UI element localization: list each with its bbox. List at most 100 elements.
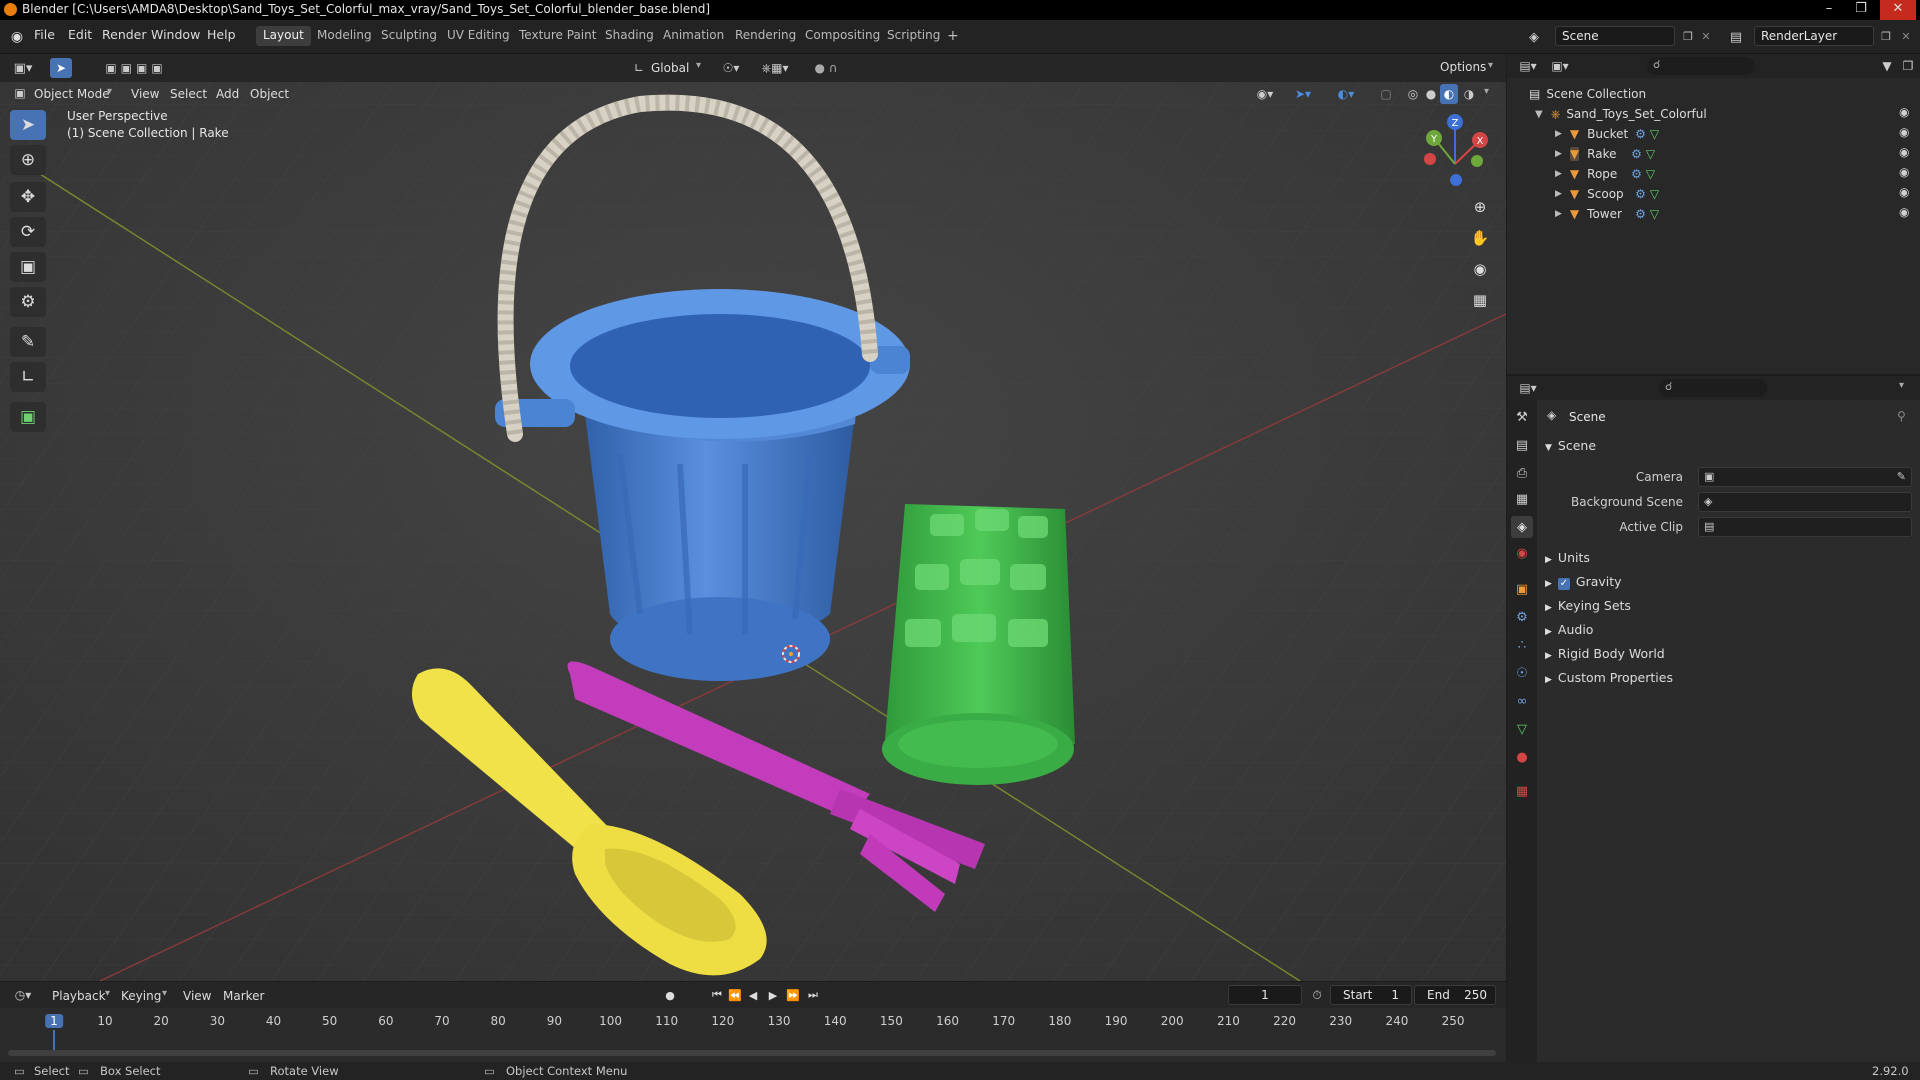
- snap-icon[interactable]: ⎈▦▾: [750, 58, 800, 78]
- eye-icon[interactable]: ◉: [1899, 145, 1913, 159]
- data-tab-icon[interactable]: ▽: [1511, 718, 1533, 740]
- menu-window[interactable]: Window: [151, 27, 200, 42]
- timeline-scrollbar[interactable]: [8, 1050, 1496, 1056]
- scene-field[interactable]: Scene: [1555, 26, 1675, 46]
- material-shading-icon[interactable]: ◐: [1440, 84, 1458, 104]
- expand-arrow-icon[interactable]: ▶: [1555, 149, 1562, 159]
- add-workspace-icon[interactable]: +: [940, 26, 966, 46]
- zoom-icon[interactable]: ⊕: [1466, 193, 1494, 221]
- gravity-checkbox[interactable]: ✓: [1557, 578, 1570, 590]
- object-tab-icon[interactable]: ▣: [1511, 578, 1533, 600]
- menu-object[interactable]: Object: [250, 87, 289, 101]
- close-icon[interactable]: ✕: [1880, 0, 1916, 20]
- rendered-shading-icon[interactable]: ◑: [1460, 84, 1478, 104]
- output-tab-icon[interactable]: ⎙: [1511, 462, 1533, 484]
- eye-icon[interactable]: ◉: [1899, 205, 1913, 219]
- outliner-item-scoop[interactable]: ▶ ▼ Scoop ⚙ ▽: [1555, 184, 1659, 204]
- particles-tab-icon[interactable]: ∴: [1511, 634, 1533, 656]
- keying-sets-section[interactable]: ▶ Keying Sets: [1545, 598, 1631, 613]
- menu-edit[interactable]: Edit: [68, 27, 92, 42]
- select-tool-icon[interactable]: ➤: [50, 58, 72, 78]
- xray-icon[interactable]: ▢: [1376, 84, 1396, 104]
- tab-texture-paint[interactable]: Texture Paint: [512, 26, 603, 46]
- rigid-body-world-section[interactable]: ▶ Rigid Body World: [1545, 646, 1665, 661]
- menu-select[interactable]: Select: [170, 87, 207, 101]
- gravity-section[interactable]: ▶ ✓ Gravity: [1545, 574, 1622, 590]
- audio-section[interactable]: ▶ Audio: [1545, 622, 1593, 637]
- texture-tab-icon[interactable]: ▦: [1511, 780, 1533, 802]
- chevron-down-icon[interactable]: ▾: [1484, 86, 1489, 97]
- new-scene-icon[interactable]: ❐: [1680, 28, 1696, 44]
- select-box-tool[interactable]: ➤: [10, 110, 46, 140]
- tab-sculpting[interactable]: Sculpting: [374, 26, 444, 46]
- visibility-icon[interactable]: ◉▾: [1250, 84, 1280, 104]
- pin-icon[interactable]: ⚲: [1897, 409, 1906, 423]
- delete-scene-icon[interactable]: ✕: [1698, 28, 1714, 44]
- outliner-search-input[interactable]: [1647, 57, 1755, 75]
- modifier-tab-icon[interactable]: ⚙: [1511, 606, 1533, 628]
- tab-rendering[interactable]: Rendering: [728, 26, 803, 46]
- outliner-item-tower[interactable]: ▶ ▼ Tower ⚙ ▽: [1555, 204, 1659, 224]
- outliner-item-rake[interactable]: ▶ ▼ Rake ⚙ ▽: [1555, 144, 1655, 164]
- minimize-icon[interactable]: –: [1814, 0, 1844, 20]
- menu-add[interactable]: Add: [216, 87, 239, 101]
- material-tab-icon[interactable]: ●: [1511, 746, 1533, 768]
- custom-properties-section[interactable]: ▶ Custom Properties: [1545, 670, 1673, 685]
- outliner-scene-collection[interactable]: ▤ Scene Collection: [1529, 84, 1646, 104]
- scene-panel-header[interactable]: ▼ Scene: [1545, 438, 1596, 453]
- wireframe-shading-icon[interactable]: ◎: [1404, 84, 1422, 104]
- active-clip-field[interactable]: ▤: [1698, 517, 1912, 537]
- playhead-line[interactable]: [53, 1030, 55, 1050]
- camera-field[interactable]: ▣ ✎: [1698, 467, 1912, 487]
- editor-type-icon[interactable]: ▤▾: [1515, 57, 1541, 75]
- world-tab-icon[interactable]: ◉: [1511, 542, 1533, 564]
- display-mode-icon[interactable]: ▣▾: [1547, 57, 1573, 75]
- menu-view[interactable]: View: [131, 87, 159, 101]
- outliner-item-rope[interactable]: ▶ ▼ Rope ⚙ ▽: [1555, 164, 1655, 184]
- menu-help[interactable]: Help: [207, 27, 236, 42]
- add-cube-tool[interactable]: ▣: [10, 402, 46, 432]
- tab-shading[interactable]: Shading: [598, 26, 661, 46]
- expand-arrow-icon[interactable]: ▶: [1555, 189, 1562, 199]
- perspective-grid-icon[interactable]: ▦: [1466, 286, 1494, 314]
- tool-tab-icon[interactable]: ⚒: [1511, 406, 1533, 428]
- restore-icon[interactable]: ❐: [1846, 0, 1876, 20]
- menu-file[interactable]: File: [34, 27, 55, 42]
- cursor-tool[interactable]: ⊕: [10, 145, 46, 175]
- gizmo-toggle-icon[interactable]: ➤▾: [1288, 84, 1318, 104]
- eyedropper-icon[interactable]: ✎: [1897, 470, 1906, 483]
- delete-view-layer-icon[interactable]: ✕: [1898, 28, 1914, 44]
- transform-tool[interactable]: ⚙: [10, 287, 46, 317]
- constraints-tab-icon[interactable]: ∞: [1511, 690, 1533, 712]
- pan-hand-icon[interactable]: ✋: [1466, 224, 1494, 252]
- solid-shading-icon[interactable]: ●: [1422, 84, 1440, 104]
- menu-render[interactable]: Render: [102, 27, 147, 42]
- filter-icon[interactable]: ▼: [1877, 57, 1897, 75]
- expand-arrow-icon[interactable]: ▶: [1555, 129, 1562, 139]
- editor-type-icon[interactable]: ▣▾: [10, 58, 36, 78]
- eye-icon[interactable]: ◉: [1899, 185, 1913, 199]
- options-button[interactable]: Options: [1440, 60, 1486, 74]
- eye-icon[interactable]: ◉: [1899, 165, 1913, 179]
- view-layer-tab-icon[interactable]: ▦: [1511, 488, 1533, 510]
- render-tab-icon[interactable]: ▤: [1511, 434, 1533, 456]
- scene-selector-icon[interactable]: ◈: [1524, 27, 1544, 47]
- tab-scripting[interactable]: Scripting: [880, 26, 947, 46]
- overlay-toggle-icon[interactable]: ◐▾: [1326, 84, 1366, 104]
- chevron-down-icon[interactable]: ▾: [1899, 380, 1904, 391]
- tab-modeling[interactable]: Modeling: [310, 26, 379, 46]
- expand-arrow-icon[interactable]: ▶: [1555, 169, 1562, 179]
- measure-tool[interactable]: ∟: [10, 362, 46, 392]
- annotate-tool[interactable]: ✎: [10, 327, 46, 357]
- select-mode-icons[interactable]: ▣▣▣▣: [88, 58, 184, 78]
- tab-layout[interactable]: Layout: [256, 26, 311, 46]
- tower-object[interactable]: [882, 504, 1075, 785]
- view-layer-field[interactable]: RenderLayer: [1754, 26, 1874, 46]
- transform-orientation-icon[interactable]: ∟: [630, 58, 648, 78]
- new-view-layer-icon[interactable]: ❐: [1878, 28, 1894, 44]
- eye-icon[interactable]: ◉: [1899, 125, 1913, 139]
- mode-select[interactable]: Object Mode: [34, 87, 110, 101]
- physics-tab-icon[interactable]: ☉: [1511, 662, 1533, 684]
- pivot-point-icon[interactable]: ☉▾: [716, 58, 746, 78]
- expand-arrow-icon[interactable]: ▼: [1535, 109, 1543, 120]
